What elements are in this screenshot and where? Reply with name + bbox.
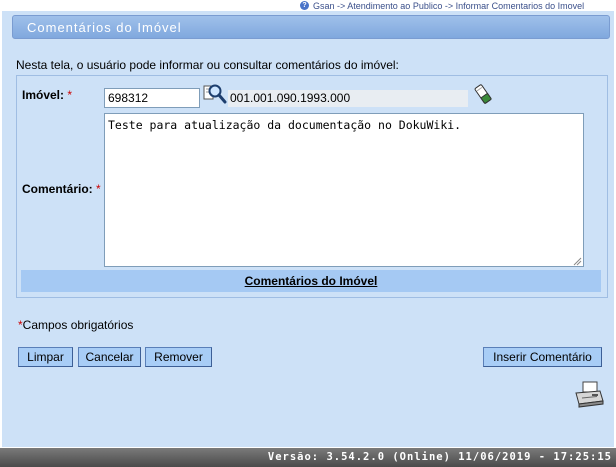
main-panel: Comentários do Imóvel Nesta tela, o usuá… <box>2 11 614 447</box>
remover-button[interactable]: Remover <box>145 347 212 367</box>
page-title-bar: Comentários do Imóvel <box>12 15 610 39</box>
comentario-label-text: Comentário: <box>22 182 93 196</box>
required-note-text: Campos obrigatórios <box>22 318 134 332</box>
required-mark: * <box>67 88 73 102</box>
resize-grip-icon[interactable] <box>572 256 582 266</box>
cancelar-button[interactable]: Cancelar <box>78 347 141 367</box>
magnifier-icon[interactable] <box>203 83 227 105</box>
printer-icon[interactable] <box>573 381 605 409</box>
comentarios-section-header[interactable]: Comentários do Imóvel <box>21 270 601 292</box>
imovel-label-text: Imóvel: <box>22 88 65 102</box>
breadcrumb: ? Gsan -> Atendimento ao Publico -> Info… <box>300 0 616 11</box>
eraser-icon[interactable] <box>474 84 492 104</box>
inserir-comentario-button[interactable]: Inserir Comentário <box>483 347 602 367</box>
required-fields-note: *Campos obrigatórios <box>18 318 133 332</box>
inscricao-field: 001.001.090.1993.000 <box>228 90 468 107</box>
breadcrumb-text: Gsan -> Atendimento ao Publico -> Inform… <box>313 0 585 11</box>
imovel-label: Imóvel: * <box>22 88 72 102</box>
limpar-button[interactable]: Limpar <box>18 347 73 367</box>
comentario-label: Comentário: * <box>22 182 101 196</box>
version-footer: Versão: 3.54.2.0 (Online) 11/06/2019 - 1… <box>0 448 616 467</box>
intro-text: Nesta tela, o usuário pode informar ou c… <box>16 58 399 72</box>
imovel-input[interactable] <box>104 88 200 108</box>
page-title: Comentários do Imóvel <box>27 20 182 35</box>
comentario-textarea[interactable]: Teste para atualização da documentação n… <box>104 113 584 267</box>
required-mark: * <box>96 182 101 196</box>
help-icon[interactable]: ? <box>300 1 309 10</box>
